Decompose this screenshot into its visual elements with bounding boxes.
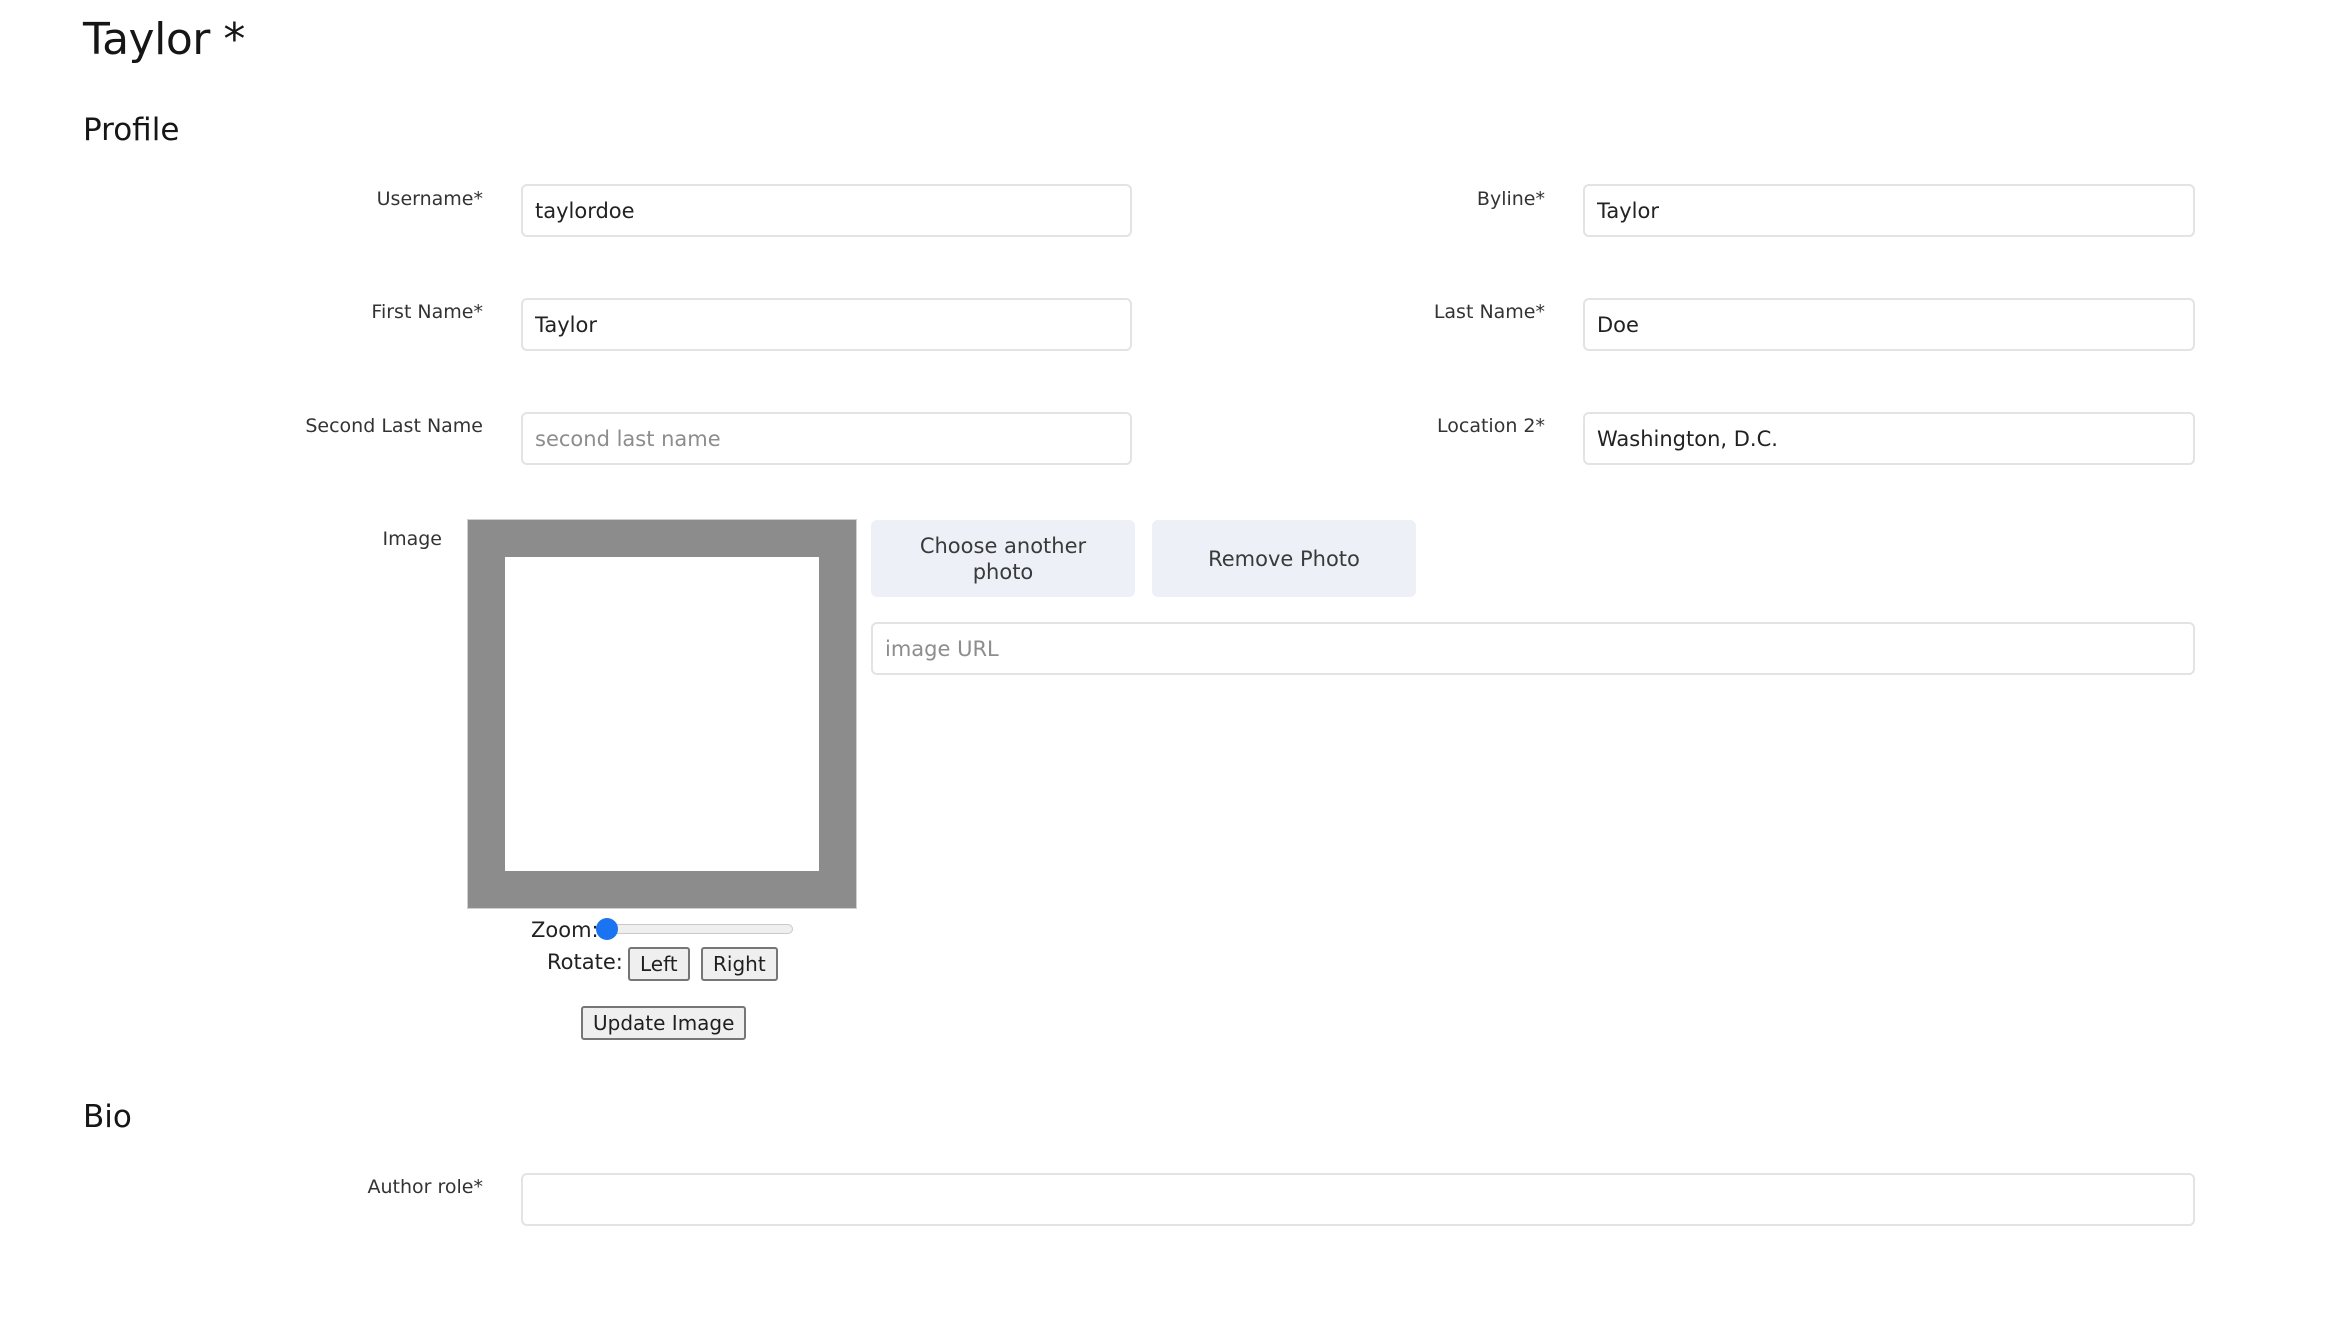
username-label: Username* xyxy=(376,188,483,210)
image-crop-frame[interactable] xyxy=(467,519,857,909)
author-role-label: Author role* xyxy=(367,1176,484,1198)
image-preview-area[interactable] xyxy=(505,557,819,871)
image-label: Image xyxy=(382,528,442,550)
choose-another-photo-button[interactable]: Choose another photo xyxy=(871,520,1135,597)
zoom-label: Zoom: xyxy=(531,918,599,942)
last-name-label: Last Name* xyxy=(1433,301,1545,323)
rotate-right-button[interactable]: Right xyxy=(701,947,778,981)
username-input[interactable] xyxy=(521,184,1132,237)
rotate-label: Rotate: xyxy=(547,950,623,974)
byline-input[interactable] xyxy=(1583,184,2195,237)
author-role-input[interactable] xyxy=(521,1173,2195,1226)
rotate-left-button[interactable]: Left xyxy=(628,947,690,981)
profile-section-title: Profile xyxy=(83,112,180,148)
bio-section-title: Bio xyxy=(83,1099,132,1135)
location2-label: Location 2* xyxy=(1437,415,1545,437)
location2-input[interactable] xyxy=(1583,412,2195,465)
first-name-label: First Name* xyxy=(371,301,483,323)
image-url-input[interactable] xyxy=(871,622,2195,675)
second-last-name-input[interactable] xyxy=(521,412,1132,465)
page-title: Taylor * xyxy=(83,14,245,65)
last-name-input[interactable] xyxy=(1583,298,2195,351)
first-name-input[interactable] xyxy=(521,298,1132,351)
update-image-button[interactable]: Update Image xyxy=(581,1006,747,1040)
second-last-name-label: Second Last Name xyxy=(305,415,483,437)
byline-label: Byline* xyxy=(1476,188,1545,210)
zoom-slider-thumb[interactable] xyxy=(596,918,618,940)
zoom-slider-track[interactable] xyxy=(606,924,793,934)
remove-photo-button[interactable]: Remove Photo xyxy=(1152,520,1416,597)
